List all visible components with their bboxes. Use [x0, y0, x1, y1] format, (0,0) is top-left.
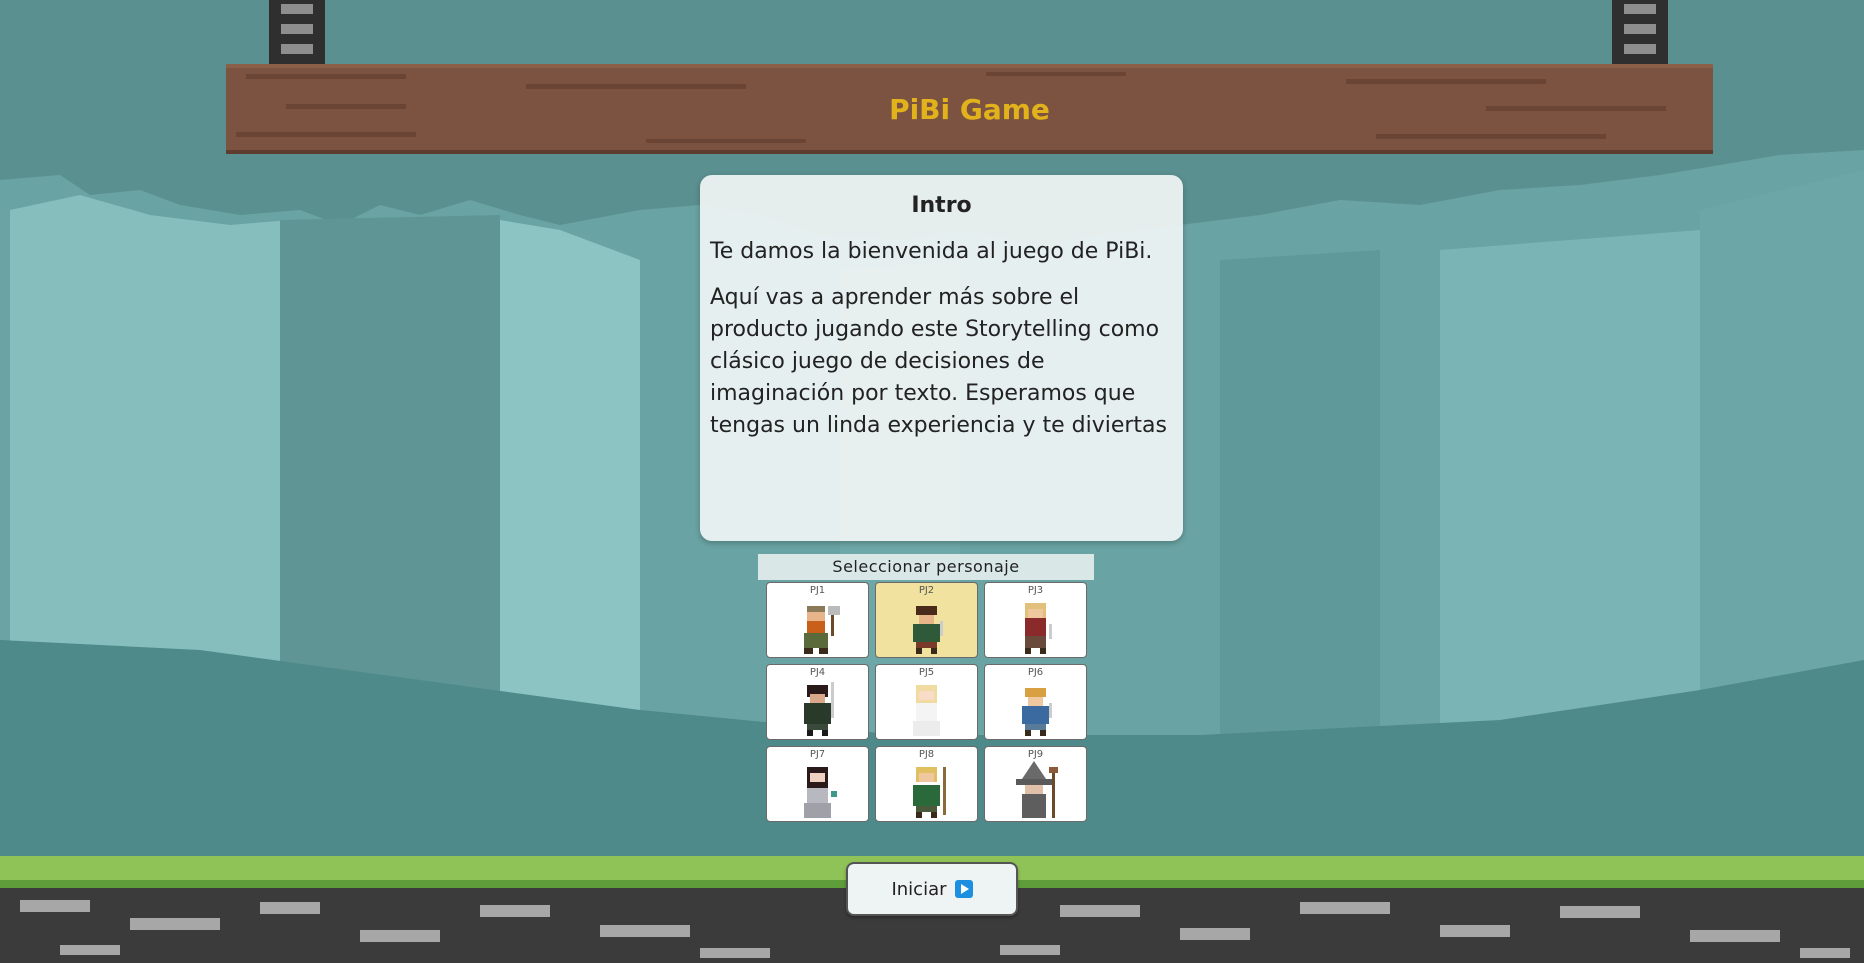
character-card-pj1[interactable]: PJ1	[766, 582, 869, 658]
character-label: PJ4	[809, 667, 826, 678]
game-title: PiBi Game	[889, 92, 1050, 126]
start-button[interactable]: Iniciar	[846, 862, 1018, 916]
character-card-pj5[interactable]: PJ5	[875, 664, 978, 740]
play-icon	[954, 880, 973, 898]
character-label: PJ8	[918, 749, 935, 760]
hobbit-sword-icon	[913, 606, 943, 654]
chain-right	[1610, 0, 1670, 64]
chain-left	[267, 0, 327, 64]
character-label: PJ3	[1027, 585, 1044, 596]
elf-archer-icon	[913, 767, 946, 818]
intro-title: Intro	[911, 193, 972, 218]
blonde-hobbit-icon	[1022, 688, 1052, 736]
character-label: PJ9	[1027, 749, 1044, 760]
ranger-sword-icon	[804, 682, 834, 736]
character-card-pj9[interactable]: PJ9	[984, 746, 1087, 822]
white-lady-icon	[913, 685, 940, 736]
dwarf-axe-icon	[804, 606, 840, 654]
blonde-warrior-icon	[1025, 603, 1052, 654]
intro-paragraph-2: Aquí vas a aprender más sobre el product…	[710, 285, 1168, 438]
character-label: PJ1	[809, 585, 826, 596]
character-card-pj2[interactable]: PJ2	[875, 582, 978, 658]
character-card-pj3[interactable]: PJ3	[984, 582, 1087, 658]
character-card-pj4[interactable]: PJ4	[766, 664, 869, 740]
elf-lady-icon	[804, 767, 837, 818]
character-label: PJ2	[918, 585, 935, 596]
character-card-pj6[interactable]: PJ6	[984, 664, 1087, 740]
intro-paragraph-1: Te damos la bienvenida al juego de PiBi.	[710, 239, 1153, 264]
character-label: PJ5	[918, 667, 935, 678]
title-plank: PiBi Game	[226, 64, 1713, 154]
intro-panel: Intro Te damos la bienvenida al juego de…	[700, 175, 1183, 541]
character-label: PJ6	[1027, 667, 1044, 678]
grey-wizard-icon	[1016, 761, 1058, 818]
start-button-label: Iniciar	[891, 878, 947, 900]
character-card-pj8[interactable]: PJ8	[875, 746, 978, 822]
select-character-label: Seleccionar personaje	[758, 554, 1094, 580]
character-card-pj7[interactable]: PJ7	[766, 746, 869, 822]
character-label: PJ7	[809, 749, 826, 760]
character-grid: PJ1 PJ2 PJ3 PJ4 PJ5 PJ6 PJ7 PJ8 PJ9	[766, 582, 1088, 822]
